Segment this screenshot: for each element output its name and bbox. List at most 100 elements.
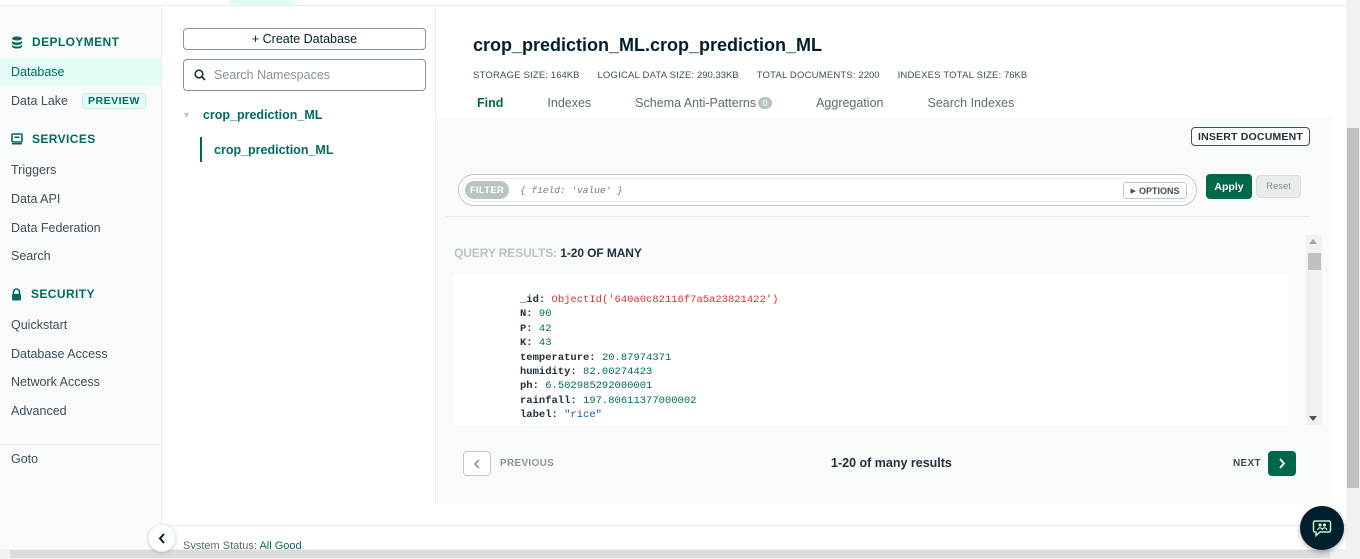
sidebar-item-label: Search [11,249,51,263]
stat-label: TOTAL DOCUMENTS: [756,70,856,81]
sidebar-item-label: Triggers [11,163,57,177]
security-heading-label: SECURITY [31,287,95,301]
field-key: K: [520,337,533,349]
document-field: label: "rice" [520,409,602,421]
chat-support-button[interactable] [1300,506,1344,550]
sidebar-item-label: Data API [11,192,61,206]
stat-logical-data-size: LOGICAL DATA SIZE: 290.33KB [597,70,738,81]
field-value: 197.80611377000002 [583,395,697,407]
security-heading: SECURITY [11,287,95,301]
services-heading-label: SERVICES [32,132,96,146]
document-field: ph: 6.502985292000001 [520,380,652,392]
sidebar-item-database[interactable]: Database [0,58,161,86]
sidebar: DEPLOYMENT Database Data Lake PREVIEW SER… [0,6,162,559]
caret-right-icon: ▶ [1130,187,1136,195]
caret-down-icon[interactable]: ▼ [182,110,191,120]
options-button[interactable]: ▶ OPTIONS [1123,182,1187,199]
sidebar-item-label: Advanced [11,404,67,418]
stat-value: 290.33KB [696,70,739,81]
page-scrollbar-thumb[interactable] [1347,128,1359,488]
sidebar-item-search[interactable]: Search [0,242,161,270]
field-value: 42 [538,323,552,335]
field-key: N: [520,308,533,320]
filter-input-wrapper: FILTER ▶OPTIONS [462,178,1193,202]
next-label[interactable]: NEXT [1233,458,1261,469]
stat-value: 76KB [1003,70,1028,81]
database-tree-item[interactable]: ▼ crop_prediction_ML [182,108,322,122]
stat-total-documents: TOTAL DOCUMENTS: 2200 [757,70,880,81]
field-key: temperature: [520,352,596,364]
tab-label: Schema Anti-Patterns [635,96,757,110]
document-field: humidity: 82.00274423 [520,366,652,378]
create-database-button[interactable]: + Create Database [183,28,426,50]
horizontal-scrollbar-thumb[interactable] [10,550,1330,558]
insert-document-button[interactable]: INSERT DOCUMENT [1191,127,1310,146]
tab-find[interactable]: Find [477,96,503,110]
sidebar-item-data-lake[interactable]: Data Lake PREVIEW [0,87,161,115]
next-page-button[interactable] [1268,451,1296,476]
field-value: 20.87974371 [601,352,672,364]
pagination-summary: 1-20 of many results [831,456,952,470]
previous-label[interactable]: PREVIOUS [500,458,554,469]
document-card[interactable]: _id: ObjectId('640a0c82116f7a5a23821422'… [454,275,1288,425]
lock-icon [12,287,21,300]
results-label: QUERY RESULTS: [454,246,558,260]
results-scrollbar[interactable] [1306,235,1322,425]
status-divider [162,525,1346,526]
collection-main: crop_prediction_ML.crop_prediction_ML ST… [436,6,1332,504]
sidebar-item-label: Database Access [11,347,108,361]
stat-value: 164KB [550,70,580,81]
page-scrollbar[interactable] [1346,0,1360,559]
field-key: label: [520,409,558,421]
active-tab-indicator [229,0,295,5]
deployment-heading-label: DEPLOYMENT [32,35,120,49]
field-key: rainfall: [520,395,577,407]
collection-name: crop_prediction_ML [214,142,334,157]
query-area: INSERT DOCUMENT FILTER ▶OPTIONS Apply Re… [436,117,1332,504]
tab-search-indexes[interactable]: Search Indexes [928,96,1015,110]
search-namespaces-input[interactable] [214,68,414,82]
chevron-left-icon [158,532,165,544]
query-results-label: QUERY RESULTS: 1-20 OF MANY [454,246,642,260]
tab-schema-anti-patterns[interactable]: Schema Anti-Patterns 0 [635,96,773,110]
document-field-id: _id: ObjectId('640a0c82116f7a5a23821422'… [520,294,778,306]
field-value: 6.502985292000001 [545,380,653,392]
sidebar-item-triggers[interactable]: Triggers [0,156,161,184]
services-heading: SERVICES [11,132,96,146]
field-key: humidity: [520,366,577,378]
search-namespaces-field[interactable] [183,59,426,91]
stat-label: STORAGE SIZE: [473,70,549,81]
sidebar-item-advanced[interactable]: Advanced [0,397,161,425]
collection-title: crop_prediction_ML.crop_prediction_ML [473,35,823,55]
scroll-up-arrow-icon[interactable] [1309,239,1317,244]
filter-input[interactable] [520,184,1110,196]
stat-indexes-total-size: INDEXES TOTAL SIZE: 76KB [898,70,1028,81]
collection-tree-item[interactable]: crop_prediction_ML [200,137,333,162]
field-value: 43 [538,337,552,349]
field-key: P: [520,323,533,335]
sidebar-item-database-access[interactable]: Database Access [0,340,161,368]
apply-button[interactable]: Apply [1206,174,1252,199]
chevron-right-icon [1279,458,1286,469]
sidebar-item-data-federation[interactable]: Data Federation [0,214,161,242]
horizontal-scrollbar[interactable] [0,549,1346,559]
scrollbar-thumb[interactable] [1308,253,1321,270]
tab-indexes[interactable]: Indexes [547,96,591,110]
document-field: rainfall: 197.80611377000002 [520,395,696,407]
scroll-down-arrow-icon[interactable] [1309,416,1317,421]
sidebar-item-goto[interactable]: Goto [0,445,161,473]
previous-page-button[interactable] [463,451,491,476]
field-value: "rice" [564,409,602,421]
sidebar-item-label: Data Lake [11,94,68,108]
sidebar-item-data-api[interactable]: Data API [0,185,161,213]
reset-button[interactable]: Reset [1256,175,1301,198]
sidebar-item-label: Data Federation [11,221,101,235]
preview-badge: PREVIEW [81,93,146,109]
filter-divider [446,216,1310,217]
sidebar-item-quickstart[interactable]: Quickstart [0,311,161,339]
filter-bar: FILTER ▶OPTIONS [458,174,1197,206]
sidebar-item-network-access[interactable]: Network Access [0,368,161,396]
collapse-sidebar-button[interactable] [148,524,176,552]
services-icon [11,133,23,145]
tab-aggregation[interactable]: Aggregation [816,96,883,110]
